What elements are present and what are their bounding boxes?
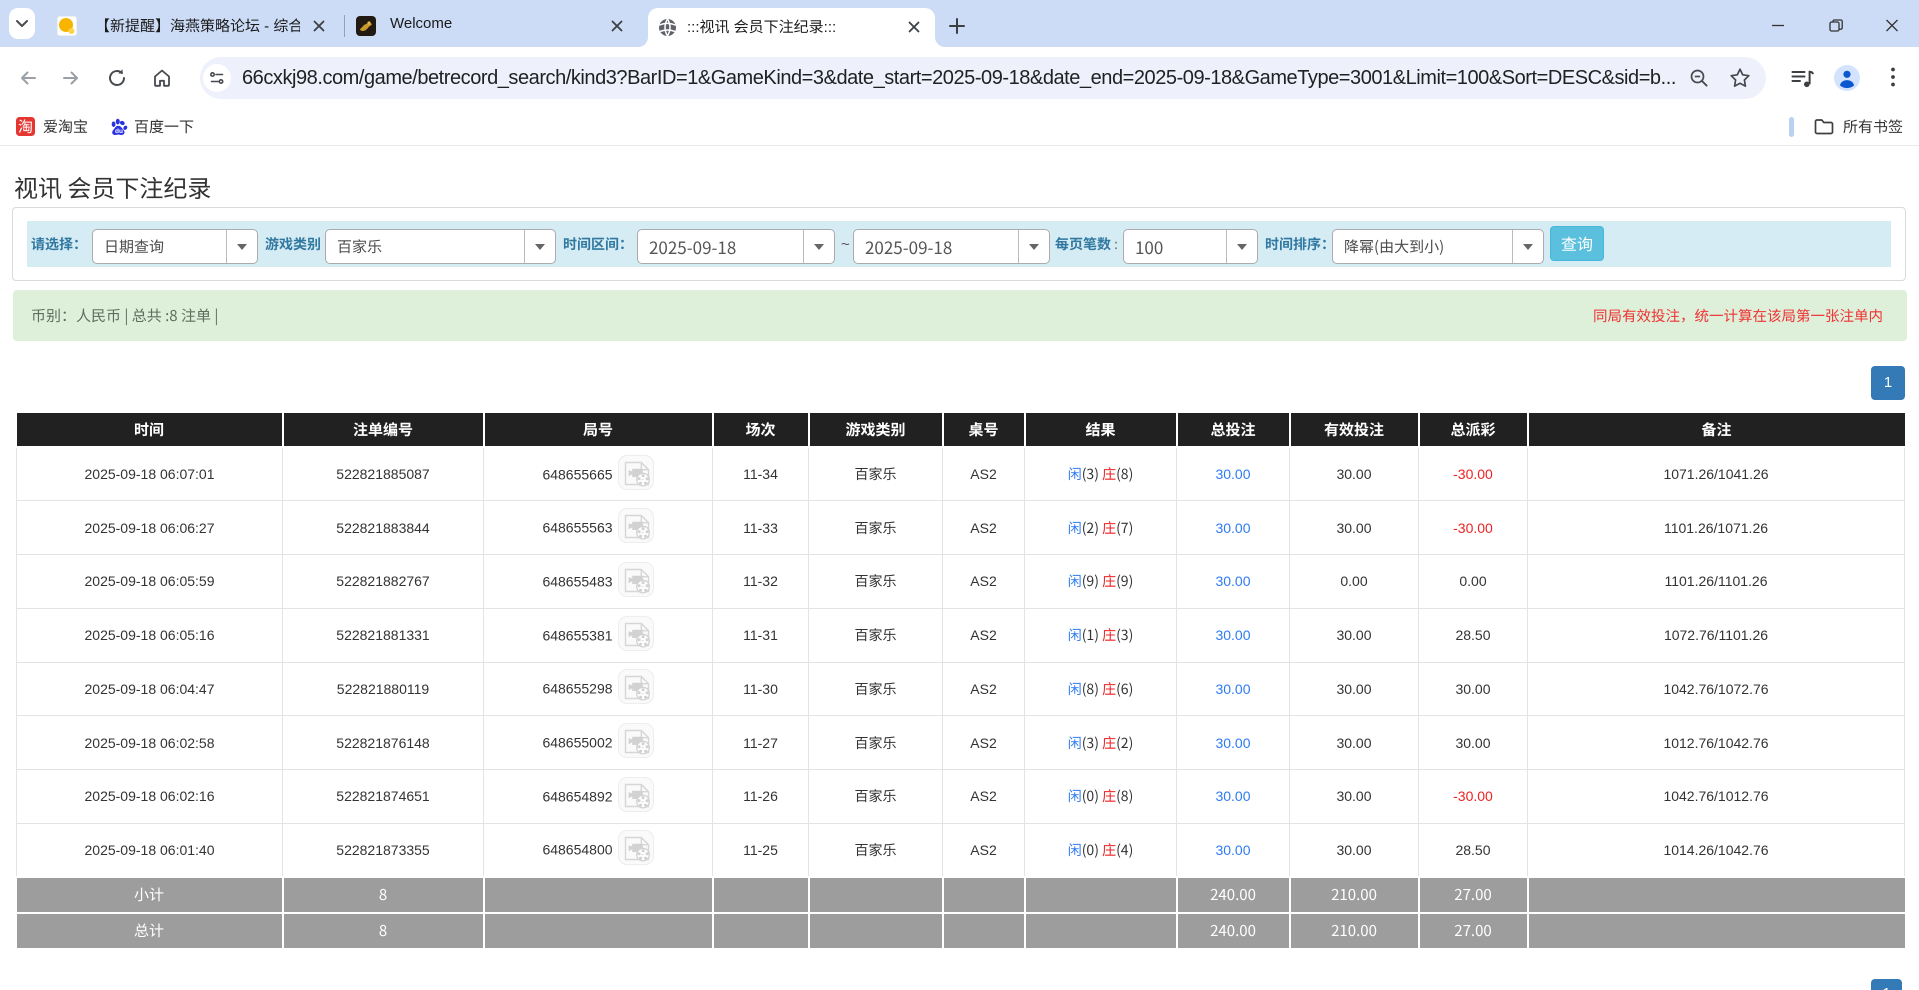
svg-text:淘: 淘 <box>18 117 33 136</box>
svg-text:du: du <box>115 128 123 135</box>
